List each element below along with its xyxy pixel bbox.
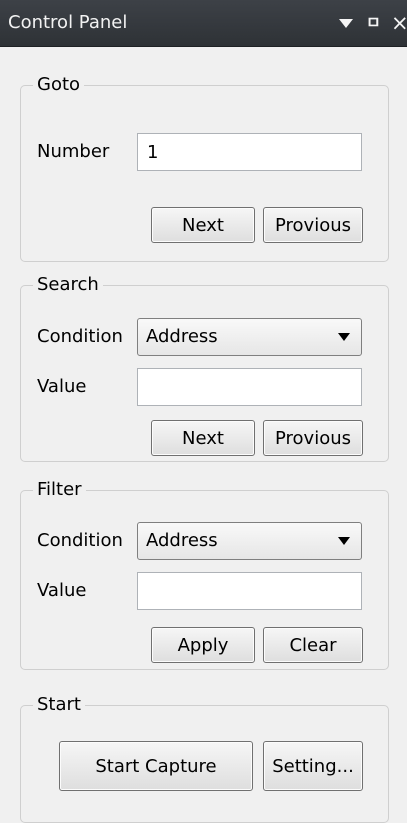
search-condition-value: Address bbox=[146, 326, 218, 347]
chevron-down-icon bbox=[338, 537, 350, 545]
title-bar: Control Panel ㅁ × bbox=[0, 0, 407, 47]
close-icon[interactable]: × bbox=[391, 0, 407, 46]
filter-group-title: Filter bbox=[33, 478, 86, 502]
goto-group: Goto Number Next Provious bbox=[20, 73, 389, 262]
search-next-button[interactable]: Next bbox=[151, 420, 255, 456]
goto-next-button[interactable]: Next bbox=[151, 207, 255, 243]
filter-apply-button[interactable]: Apply bbox=[151, 627, 255, 663]
number-label: Number bbox=[37, 141, 110, 162]
setting-button[interactable]: Setting... bbox=[263, 741, 363, 791]
search-condition-label: Condition bbox=[37, 326, 123, 347]
number-input[interactable] bbox=[137, 133, 362, 171]
goto-group-title: Goto bbox=[33, 73, 85, 97]
start-group: Start Start Capture Setting... bbox=[20, 693, 389, 823]
search-value-label: Value bbox=[37, 376, 87, 397]
search-group: Search Condition Address Value Next Prov… bbox=[20, 273, 389, 462]
search-previous-button[interactable]: Provious bbox=[263, 420, 363, 456]
filter-value-input[interactable] bbox=[137, 572, 362, 610]
filter-condition-value: Address bbox=[146, 530, 218, 551]
start-capture-button[interactable]: Start Capture bbox=[59, 741, 253, 791]
filter-condition-label: Condition bbox=[37, 530, 123, 551]
search-group-title: Search bbox=[33, 273, 103, 297]
filter-condition-select[interactable]: Address bbox=[137, 522, 362, 560]
filter-group: Filter Condition Address Value Apply Cle… bbox=[20, 478, 389, 670]
panel-title: Control Panel bbox=[8, 12, 128, 33]
start-group-title: Start bbox=[33, 693, 85, 717]
chevron-down-icon bbox=[338, 333, 350, 341]
filter-value-label: Value bbox=[37, 580, 87, 601]
search-value-input[interactable] bbox=[137, 368, 362, 406]
search-condition-select[interactable]: Address bbox=[137, 318, 362, 356]
pin-icon[interactable]: ㅁ bbox=[366, 0, 381, 46]
goto-previous-button[interactable]: Provious bbox=[263, 207, 363, 243]
panel-menu-dropdown-icon[interactable] bbox=[339, 0, 353, 46]
filter-clear-button[interactable]: Clear bbox=[263, 627, 363, 663]
